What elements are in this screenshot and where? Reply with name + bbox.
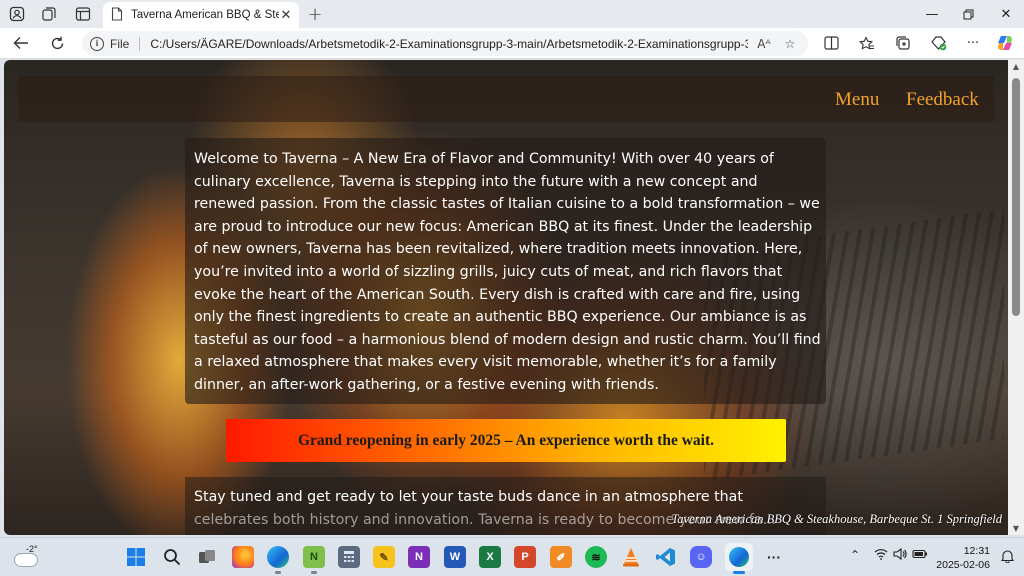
profile-icon[interactable]	[6, 4, 28, 24]
read-aloud-icon[interactable]: Aᴬ	[754, 37, 774, 51]
new-tab-icon[interactable]: +	[304, 4, 326, 25]
scrollbar-thumb[interactable]	[1012, 78, 1020, 316]
intro-paragraph: Welcome to Taverna – A New Era of Flavor…	[194, 151, 821, 393]
browser-tab-strip: Taverna American BBQ & Steakhouse ✕ + — …	[0, 0, 1024, 28]
weather-temp: -2°	[26, 544, 38, 554]
notification-bell-icon[interactable]	[1000, 549, 1015, 566]
scroll-up-icon[interactable]: ▲	[1012, 62, 1020, 71]
system-clock[interactable]: 12:31 2025-02-06	[936, 544, 990, 572]
address-bar[interactable]: i File C:/Users/ÄGARE/Downloads/Arbetsme…	[82, 31, 808, 56]
copilot-icon[interactable]	[994, 33, 1016, 53]
favorite-star-icon[interactable]: ☆	[780, 37, 800, 51]
vertical-tabs-icon[interactable]	[72, 4, 94, 24]
tab-active[interactable]: Taverna American BBQ & Steakhouse ✕	[103, 2, 299, 28]
footer-address: Taverna American BBQ & Steakhouse, Barbe…	[671, 512, 1002, 526]
collections-icon[interactable]	[892, 33, 914, 53]
word-icon[interactable]: W	[444, 546, 466, 568]
divider	[139, 36, 141, 51]
battery-icon[interactable]	[912, 548, 928, 563]
restore-icon[interactable]	[950, 3, 986, 25]
site-info-icon[interactable]: i	[90, 36, 104, 51]
powerpoint-icon[interactable]: P	[514, 546, 536, 568]
browser-toolbar: i File C:/Users/ÄGARE/Downloads/Arbetsme…	[0, 28, 1024, 59]
more-options-icon[interactable]: ···	[962, 33, 984, 53]
draw-icon[interactable]: ✐	[550, 546, 572, 568]
reopening-text: Grand reopening in early 2025 – An exper…	[297, 431, 715, 449]
excel-icon[interactable]: X	[479, 546, 501, 568]
task-view-icon[interactable]	[196, 546, 218, 568]
clock-time: 12:31	[963, 545, 990, 557]
close-window-icon[interactable]: ✕	[988, 3, 1024, 25]
workspaces-icon[interactable]	[38, 4, 60, 24]
weather-widget[interactable]: -2°	[12, 544, 42, 570]
active-indicator	[733, 571, 745, 574]
onenote-icon[interactable]: N	[408, 546, 430, 568]
page-favicon-icon	[111, 6, 123, 25]
cloud-icon	[15, 554, 37, 566]
edge-active-icon[interactable]	[725, 543, 753, 571]
sticky-notes-icon[interactable]: ✎	[373, 546, 395, 568]
calculator-icon[interactable]	[338, 546, 360, 568]
back-icon[interactable]	[10, 33, 32, 53]
more-apps-icon[interactable]: ···	[763, 546, 785, 568]
running-indicator	[311, 571, 317, 574]
tab-close-icon[interactable]: ✕	[279, 8, 293, 23]
favorites-icon[interactable]	[856, 33, 878, 53]
protocol-label: File	[110, 36, 130, 51]
search-icon[interactable]	[161, 546, 183, 568]
tab-title: Taverna American BBQ & Steakhouse	[131, 9, 279, 21]
vscode-icon[interactable]	[655, 546, 677, 568]
vlc-icon[interactable]	[620, 546, 642, 568]
split-screen-icon[interactable]	[820, 33, 842, 53]
discord-icon[interactable]: ☺	[690, 546, 712, 568]
running-indicator	[275, 571, 281, 574]
wifi-icon[interactable]	[874, 548, 888, 563]
minimize-icon[interactable]: —	[914, 3, 950, 25]
page-viewport: Menu Feedback Welcome to Taverna – A New…	[4, 60, 1008, 535]
nav-link-menu[interactable]: Menu	[835, 89, 879, 111]
page-scrollbar[interactable]: ▲ ▼	[1008, 60, 1024, 535]
spotify-icon[interactable]: ≋	[585, 546, 607, 568]
volume-icon[interactable]	[893, 547, 907, 563]
browser-essentials-icon[interactable]	[927, 33, 949, 53]
start-icon[interactable]	[125, 546, 147, 568]
chevron-up-icon[interactable]: ⌃	[850, 548, 860, 562]
url-text[interactable]: C:/Users/ÄGARE/Downloads/Arbetsmetodik-2…	[150, 37, 748, 51]
scroll-down-icon[interactable]: ▼	[1012, 524, 1020, 533]
nav-link-feedback[interactable]: Feedback	[906, 89, 979, 111]
outro-line-1: Stay tuned and get ready to let your tas…	[194, 489, 743, 505]
refresh-icon[interactable]	[46, 33, 68, 53]
firefox-icon[interactable]	[232, 546, 254, 568]
edge-icon[interactable]	[267, 546, 289, 568]
reopening-banner: Grand reopening in early 2025 – An exper…	[226, 419, 786, 462]
windows-taskbar: -2° N ✎ N W X P ✐ ≋ ☺ ··· ⌃ 12:31 2025-0…	[0, 537, 1024, 576]
notepad-plus-plus-icon[interactable]: N	[303, 546, 325, 568]
clock-date: 2025-02-06	[936, 559, 990, 571]
